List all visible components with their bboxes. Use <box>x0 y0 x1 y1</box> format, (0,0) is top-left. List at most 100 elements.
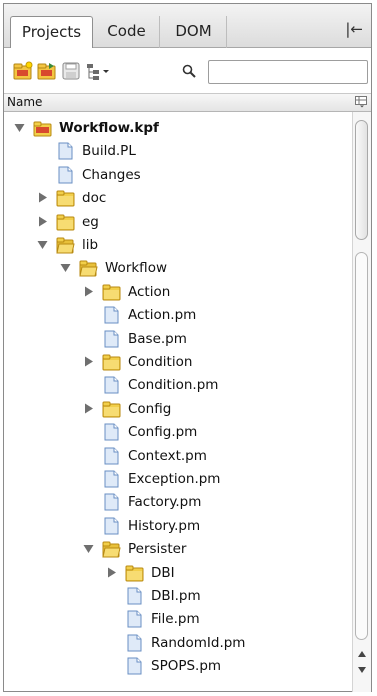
collapsed-triangle-icon[interactable] <box>37 216 48 227</box>
tree-item-label: Workflow <box>105 260 167 277</box>
tree-item-label: Condition <box>128 354 193 370</box>
folder-icon <box>102 284 121 301</box>
tree-file-item[interactable]: Changes <box>4 163 353 187</box>
tree-item-label: Changes <box>82 166 141 183</box>
tree-item-label: eg <box>82 213 99 230</box>
tree-file-item[interactable]: Build.PL <box>4 139 353 163</box>
file-icon <box>104 447 119 465</box>
scrollbar-track[interactable] <box>355 252 368 640</box>
vertical-scrollbar[interactable] <box>352 112 371 692</box>
scroll-up-arrow-icon[interactable] <box>357 649 367 659</box>
tree-item-label: Context.pm <box>128 447 207 464</box>
tree-item-label: History.pm <box>128 517 201 534</box>
file-icon <box>104 330 119 348</box>
filter-input[interactable] <box>208 60 368 84</box>
tab-bar: Projects Code DOM |← <box>4 4 371 49</box>
tree-folder-item[interactable]: Persister <box>4 537 353 561</box>
scrollbar-thumb[interactable] <box>355 120 368 240</box>
new-project-icon[interactable] <box>13 61 33 81</box>
tree-item-label: Workflow.kpf <box>59 120 159 136</box>
collapsed-triangle-icon[interactable] <box>83 286 94 297</box>
tree-folder-item[interactable]: Action <box>4 280 353 304</box>
tree-item-label: RandomId.pm <box>151 634 246 651</box>
tree-item-label: DBI.pm <box>151 588 201 604</box>
tree-file-item[interactable]: Factory.pm <box>4 490 353 514</box>
tree-item-label: Config.pm <box>128 424 198 441</box>
folder-icon <box>56 214 75 231</box>
tree-file-item[interactable]: File.pm <box>4 607 353 631</box>
file-icon <box>104 517 119 535</box>
scroll-down-arrow-icon[interactable] <box>357 665 367 675</box>
tree-file-item[interactable]: Base.pm <box>4 327 353 351</box>
tree-folder-item[interactable]: DBI <box>4 561 353 585</box>
tab-projects[interactable]: Projects <box>10 16 93 49</box>
save-project-icon[interactable] <box>61 61 81 81</box>
folder-icon <box>102 401 121 418</box>
tree-item-label: Exception.pm <box>128 471 221 487</box>
tree-folder-item[interactable]: Condition <box>4 350 353 374</box>
tree-item-label: DBI <box>151 564 175 581</box>
tree-item-label: Base.pm <box>128 330 187 347</box>
projects-panel: Projects Code DOM |← Name Workflow.kpf B… <box>3 3 372 692</box>
tree-item-label: Config <box>128 400 172 417</box>
open-folder-icon <box>79 260 98 277</box>
tree-item-label: Persister <box>128 541 187 558</box>
open-project-icon[interactable] <box>37 61 57 81</box>
expanded-triangle-icon[interactable] <box>60 262 71 273</box>
project-tree: Workflow.kpf Build.PL Changes doc eg lib Workf… <box>4 112 353 692</box>
file-icon <box>58 142 73 160</box>
tree-file-item[interactable]: Condition.pm <box>4 373 353 397</box>
collapsed-triangle-icon[interactable] <box>106 567 117 578</box>
collapsed-triangle-icon[interactable] <box>37 192 48 203</box>
tree-file-item[interactable]: Action.pm <box>4 303 353 327</box>
tree-item-label: SPOPS.pm <box>151 658 222 675</box>
tree-item-label: Condition.pm <box>128 377 219 394</box>
folder-icon <box>102 354 121 371</box>
tree-file-item[interactable]: Exception.pm <box>4 467 353 491</box>
tree-item-label: Action.pm <box>128 307 197 324</box>
file-icon <box>127 634 142 652</box>
file-icon <box>58 166 73 184</box>
expanded-triangle-icon[interactable] <box>14 122 25 133</box>
column-picker-icon[interactable] <box>355 96 367 108</box>
tree-file-item[interactable]: RandomId.pm <box>4 631 353 655</box>
tree-file-item[interactable]: DBI.pm <box>4 584 353 608</box>
tree-file-item[interactable]: Config.pm <box>4 420 353 444</box>
project-menu-icon[interactable] <box>85 61 111 81</box>
file-icon <box>127 610 142 628</box>
toolbar <box>4 48 371 94</box>
folder-icon <box>125 565 144 582</box>
folder-icon <box>56 190 75 207</box>
tree-item-label: lib <box>82 237 99 253</box>
collapsed-triangle-icon[interactable] <box>83 403 94 414</box>
file-icon <box>104 470 119 488</box>
tree-folder-item[interactable]: lib <box>4 233 353 257</box>
tree-item-label: Action <box>128 283 171 300</box>
tree-folder-item[interactable]: eg <box>4 210 353 234</box>
collapsed-triangle-icon[interactable] <box>83 356 94 367</box>
tab-code[interactable]: Code <box>94 16 160 48</box>
tree-item-label: Factory.pm <box>128 494 202 511</box>
search-icon <box>182 64 196 78</box>
file-icon <box>104 423 119 441</box>
tree-file-item[interactable]: Context.pm <box>4 444 353 468</box>
expanded-triangle-icon[interactable] <box>37 239 48 250</box>
tree-folder-item[interactable]: doc <box>4 186 353 210</box>
name-column-header[interactable]: Name <box>7 95 42 109</box>
tree-file-item[interactable]: SPOPS.pm <box>4 654 353 678</box>
open-folder-icon <box>102 541 121 558</box>
tree-folder-item[interactable]: Config <box>4 397 353 421</box>
file-icon <box>104 376 119 394</box>
tree-folder-item[interactable]: Workflow <box>4 256 353 280</box>
expanded-triangle-icon[interactable] <box>83 543 94 554</box>
tree-item-label: doc <box>82 190 107 207</box>
file-icon <box>127 587 142 605</box>
file-icon <box>127 657 142 675</box>
file-icon <box>104 493 119 511</box>
tree-file-item[interactable]: History.pm <box>4 514 353 538</box>
tree-project-item[interactable]: Workflow.kpf <box>4 116 353 140</box>
collapse-pane-button[interactable]: |← <box>345 20 363 38</box>
tree-item-label: File.pm <box>151 611 200 628</box>
tab-dom[interactable]: DOM <box>161 16 227 48</box>
open-folder-icon <box>56 237 75 254</box>
